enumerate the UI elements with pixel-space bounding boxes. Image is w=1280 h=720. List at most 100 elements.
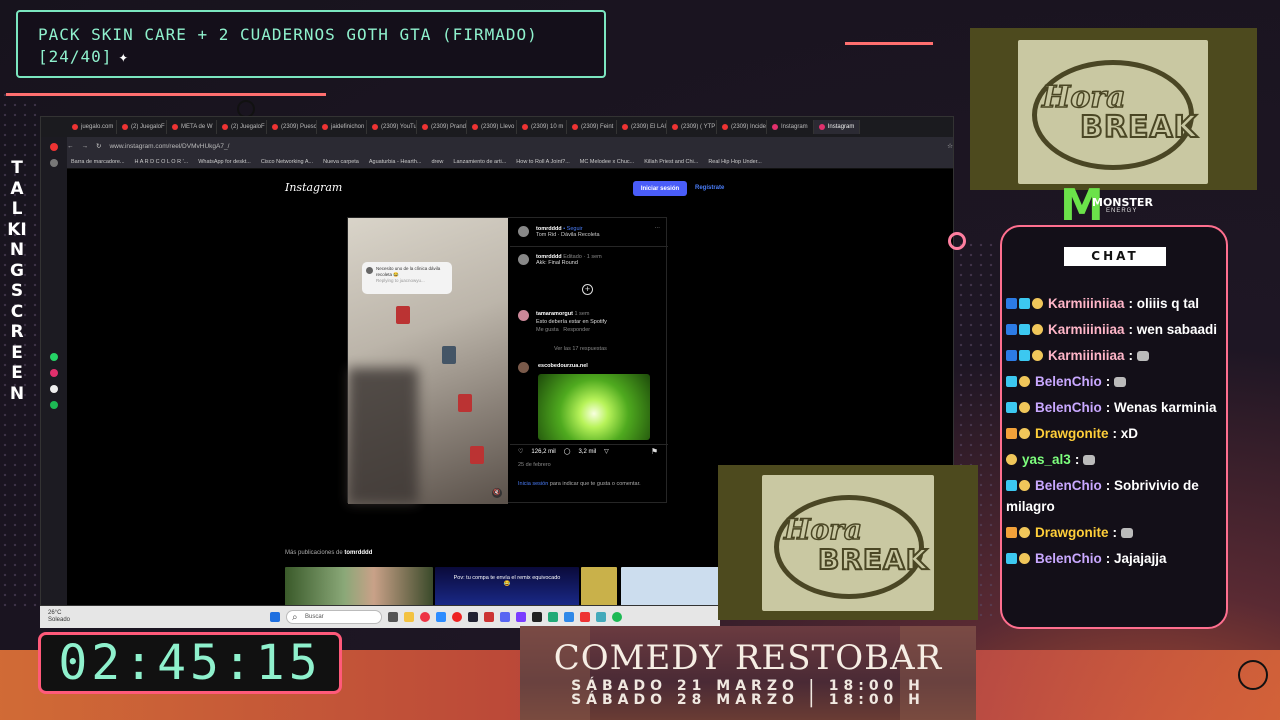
spotify-icon[interactable] bbox=[50, 401, 58, 409]
mute-icon[interactable]: 🔇 bbox=[492, 488, 502, 498]
url-text[interactable]: www.instagram.com/reel/DVMvHUkgA7_/ bbox=[109, 143, 939, 150]
bookmark-item[interactable]: WhatsApp for deskt... bbox=[198, 159, 251, 165]
more-post-thumb[interactable] bbox=[621, 567, 721, 605]
whatsapp-icon[interactable] bbox=[50, 353, 58, 361]
browser-tab[interactable]: (2) JuegaloF bbox=[217, 120, 267, 134]
chat-username[interactable]: BelenChio bbox=[1035, 374, 1102, 389]
view-replies-link[interactable]: Ver las 17 respuestas bbox=[554, 346, 607, 352]
browser-tab[interactable]: juegalo.com bbox=[67, 120, 117, 134]
chat-username[interactable]: Karmiiiniiaa bbox=[1048, 348, 1125, 363]
bookmark-item[interactable]: Lanzamiento de arti... bbox=[453, 159, 506, 165]
save-icon[interactable]: ⚑ bbox=[651, 447, 658, 456]
app-icon[interactable] bbox=[484, 612, 494, 622]
opera-icon[interactable] bbox=[452, 612, 462, 622]
discord-icon[interactable] bbox=[500, 612, 510, 622]
like-icon[interactable]: ♡ bbox=[518, 448, 523, 455]
chat-panel: CHAT Karmiiiniiaa: oliiis q tal Karmiiini… bbox=[1000, 225, 1228, 629]
tiktok-icon[interactable] bbox=[50, 385, 58, 393]
chat-username[interactable]: Drawgonite bbox=[1035, 426, 1109, 441]
browser-tab[interactable]: (2309) El LAI bbox=[617, 120, 667, 134]
chrome-icon[interactable] bbox=[420, 612, 430, 622]
more-post-thumb[interactable]: Pov: tu compa te envía el remix equivoca… bbox=[435, 567, 579, 605]
comment-user[interactable]: tamaramorgut bbox=[536, 311, 573, 317]
avatar[interactable] bbox=[518, 310, 529, 321]
instagram-icon[interactable] bbox=[50, 369, 58, 377]
more-post-thumb[interactable] bbox=[581, 567, 617, 605]
browser-tab[interactable]: Instagram bbox=[813, 120, 861, 134]
chat-username[interactable]: yas_al3 bbox=[1022, 452, 1071, 467]
address-bar[interactable]: ← → ↻ www.instagram.com/reel/DVMvHUkgA7_… bbox=[41, 137, 953, 155]
browser-tab[interactable]: (2309) Llevo bbox=[467, 120, 517, 134]
bookmark-item[interactable]: How to Roll A Joint?... bbox=[516, 159, 570, 165]
share-icon[interactable]: ▽ bbox=[604, 448, 609, 455]
browser-tab[interactable]: (2) JuegaloF bbox=[117, 120, 167, 134]
chat-username[interactable]: BelenChio bbox=[1035, 478, 1102, 493]
bookmark-item[interactable]: H A R D C O L O R '... bbox=[135, 159, 189, 165]
bookmark-item[interactable]: Killah Priest and Chi... bbox=[644, 159, 698, 165]
chat-message: BelenChio: Sobrivivio de milagro bbox=[1006, 475, 1226, 517]
comment-like-link[interactable]: Me gusta bbox=[536, 327, 559, 333]
bookmark-item[interactable]: Cisco Networking A... bbox=[261, 159, 313, 165]
chat-username[interactable]: Drawgonite bbox=[1035, 525, 1109, 540]
browser-tab[interactable]: jaidefinichon bbox=[317, 120, 367, 134]
avatar[interactable] bbox=[518, 362, 529, 373]
tab-strip: juegalo.com (2) JuegaloF META de W (2) Jueg… bbox=[41, 117, 953, 137]
comment-user[interactable]: escobedourzua.nel bbox=[538, 363, 588, 369]
task-view-icon[interactable] bbox=[388, 612, 398, 622]
steam-icon[interactable] bbox=[468, 612, 478, 622]
opera-icon[interactable] bbox=[50, 143, 58, 151]
more-post-thumb[interactable] bbox=[285, 567, 433, 605]
star-icon[interactable]: ☆ bbox=[947, 142, 953, 150]
app-icon[interactable] bbox=[596, 612, 606, 622]
app-icon[interactable] bbox=[436, 612, 446, 622]
taskbar-search[interactable]: Buscar bbox=[286, 610, 382, 624]
bookmark-item[interactable]: Barra de marcadore... bbox=[71, 159, 125, 165]
chat-badge-icon bbox=[1019, 350, 1030, 361]
avatar[interactable] bbox=[518, 226, 529, 237]
comment-icon[interactable]: ◯ bbox=[564, 448, 571, 455]
load-more-icon[interactable]: + bbox=[582, 284, 593, 295]
home-icon[interactable] bbox=[50, 159, 58, 167]
bookmark-item[interactable]: MC Melodee x Chuc... bbox=[580, 159, 634, 165]
bookmark-item[interactable]: drew bbox=[431, 159, 443, 165]
start-icon[interactable] bbox=[270, 612, 280, 622]
weather-widget[interactable]: 26°C Soleado bbox=[48, 610, 88, 624]
back-icon[interactable]: ← bbox=[67, 143, 74, 150]
bookmark-item[interactable]: Nueva carpeta bbox=[323, 159, 359, 165]
twitch-icon[interactable] bbox=[516, 612, 526, 622]
file-explorer-icon[interactable] bbox=[404, 612, 414, 622]
chat-text: : wen sabaadi bbox=[1128, 322, 1218, 337]
chat-username[interactable]: BelenChio bbox=[1035, 400, 1102, 415]
browser-tab[interactable]: (2309) ( YTP bbox=[667, 120, 717, 134]
login-button[interactable]: Iniciar sesión bbox=[633, 181, 687, 196]
bookmark-item[interactable]: Real Hip Hop Under... bbox=[708, 159, 762, 165]
browser-tab[interactable]: Instagram bbox=[767, 120, 814, 134]
reload-icon[interactable]: ↻ bbox=[96, 142, 101, 150]
app-icon[interactable] bbox=[564, 612, 574, 622]
logo-hora: Hora bbox=[783, 512, 863, 547]
reel-video[interactable]: Necesito uno de la clínica dávila recole… bbox=[348, 218, 508, 504]
song-info[interactable]: Tom Rid · Dávila Recoleta bbox=[536, 232, 600, 238]
comment-reply-link[interactable]: Responder bbox=[563, 327, 590, 333]
app-icon[interactable] bbox=[580, 612, 590, 622]
chat-username[interactable]: BelenChio bbox=[1035, 551, 1102, 566]
register-link[interactable]: Regístrate bbox=[695, 185, 724, 191]
login-prompt-link[interactable]: Inicia sesión bbox=[518, 481, 548, 487]
chat-username[interactable]: Karmiiiniiaa bbox=[1048, 296, 1125, 311]
browser-tab[interactable]: (2309) Incide bbox=[717, 120, 767, 134]
forward-icon[interactable]: → bbox=[82, 143, 89, 150]
app-icon[interactable] bbox=[548, 612, 558, 622]
browser-tab[interactable]: (2309) YouTu bbox=[367, 120, 417, 134]
chat-username[interactable]: Karmiiiniiaa bbox=[1048, 322, 1125, 337]
avatar[interactable] bbox=[518, 254, 529, 265]
spotify-icon[interactable] bbox=[612, 612, 622, 622]
browser-tab[interactable]: META de W bbox=[167, 120, 217, 134]
instagram-logo[interactable]: Instagram bbox=[285, 181, 342, 194]
browser-tab[interactable]: (2309) Prand bbox=[417, 120, 467, 134]
browser-tab[interactable]: (2309) Puesc bbox=[267, 120, 317, 134]
app-icon[interactable] bbox=[532, 612, 542, 622]
bookmark-item[interactable]: Aguaturbia - Hearth... bbox=[369, 159, 422, 165]
more-options-icon[interactable]: ⋯ bbox=[655, 226, 661, 232]
browser-tab[interactable]: (2309) 10 m bbox=[517, 120, 567, 134]
browser-tab[interactable]: (2309) Feint bbox=[567, 120, 617, 134]
